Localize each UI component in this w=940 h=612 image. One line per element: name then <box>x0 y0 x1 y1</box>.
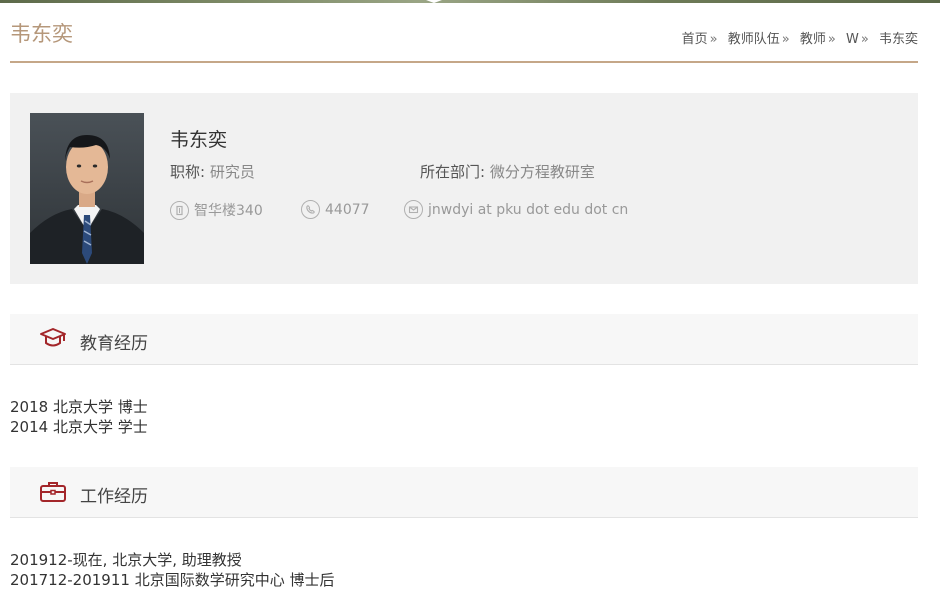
phone-text: 44077 <box>325 201 370 218</box>
office-contact: 智华楼340 <box>170 200 263 220</box>
education-section-header: 教育经历 <box>10 314 918 365</box>
education-list: 2018 北京大学 博士 2014 北京大学 学士 <box>10 397 148 437</box>
page-header: 韦东奕 首页» 教师队伍» 教师» W» 韦东奕 <box>10 14 918 63</box>
title-row: 职称: 研究员 <box>170 161 255 182</box>
teacher-name: 韦东奕 <box>170 129 228 151</box>
title-value: 研究员 <box>209 163 255 181</box>
title-label: 职称: <box>170 163 206 181</box>
work-entry: 201912-现在, 北京大学, 助理教授 <box>10 551 242 569</box>
breadcrumb-separator: » <box>860 32 869 47</box>
breadcrumb-home[interactable]: 首页 <box>682 32 708 47</box>
work-section-header: 工作经历 <box>10 467 918 518</box>
email-text[interactable]: jnwdyi at pku dot edu dot cn <box>428 202 628 218</box>
page-title: 韦东奕 <box>10 22 73 46</box>
work-entry: 201712-201911 北京国际数学研究中心 博士后 <box>10 571 335 589</box>
building-icon <box>170 200 189 220</box>
education-entry: 2014 北京大学 学士 <box>10 418 148 436</box>
department-value: 微分方程教研室 <box>489 163 595 181</box>
graduation-cap-icon <box>39 327 67 355</box>
office-text: 智华楼340 <box>194 203 263 219</box>
breadcrumb-separator: » <box>827 32 836 47</box>
breadcrumb-faculty[interactable]: 教师队伍 <box>728 32 780 47</box>
breadcrumb-teachers[interactable]: 教师 <box>800 32 826 47</box>
breadcrumb-current: 韦东奕 <box>878 32 918 47</box>
top-banner-strip <box>0 0 940 3</box>
phone-contact: 44077 <box>301 200 370 219</box>
breadcrumb-separator: » <box>781 32 790 47</box>
department-row: 所在部门: 微分方程教研室 <box>420 161 595 182</box>
profile-card: 韦东奕 职称: 研究员 所在部门: 微分方程教研室 智华楼340 44077 j… <box>10 93 918 284</box>
email-contact: jnwdyi at pku dot edu dot cn <box>404 200 628 219</box>
work-heading: 工作经历 <box>80 487 148 507</box>
education-entry: 2018 北京大学 博士 <box>10 398 148 416</box>
phone-icon <box>301 200 320 219</box>
work-list: 201912-现在, 北京大学, 助理教授 201712-201911 北京国际… <box>10 550 334 590</box>
breadcrumb-separator: » <box>709 32 718 47</box>
education-heading: 教育经历 <box>80 334 148 354</box>
breadcrumb-letter[interactable]: W <box>846 32 859 47</box>
department-label: 所在部门: <box>420 163 486 181</box>
banner-notch <box>426 0 442 3</box>
briefcase-icon <box>39 480 67 508</box>
mail-icon <box>404 200 423 219</box>
portrait-illustration <box>30 113 144 264</box>
breadcrumb: 首页» 教师队伍» 教师» W» 韦东奕 <box>682 28 918 47</box>
profile-photo <box>30 113 144 264</box>
